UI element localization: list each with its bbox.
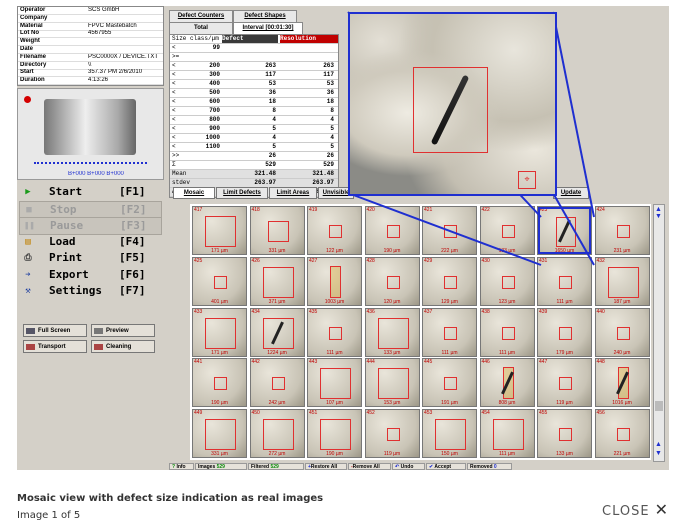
restore-all-button[interactable]: +Restore All bbox=[305, 463, 347, 470]
removed-value: 0 bbox=[493, 464, 497, 470]
undo-button[interactable]: ↶ Undo bbox=[392, 463, 425, 470]
images-count: Images 529 bbox=[195, 463, 247, 470]
remove-all-button[interactable]: -Remove All bbox=[348, 463, 391, 470]
info-button[interactable]: ? Info bbox=[169, 463, 194, 470]
close-icon: ✕ bbox=[654, 500, 669, 519]
accept-button[interactable]: ✔ Accept bbox=[426, 463, 466, 470]
remove-all-label: Remove All bbox=[352, 464, 380, 470]
close-button[interactable]: CLOSE ✕ bbox=[602, 500, 669, 519]
removed-count: Removed 0 bbox=[467, 463, 512, 470]
undo-label: Undo bbox=[400, 464, 414, 470]
filtered-value: 529 bbox=[270, 464, 279, 470]
removed-label: Removed bbox=[470, 464, 493, 470]
accept-label: Accept bbox=[434, 464, 452, 470]
status-bar: ? Info Images 529 Filtered 529 +Restore … bbox=[169, 463, 669, 470]
screenshot-image: Operator SCS GmbH Company Material FPVC Mast… bbox=[17, 6, 669, 470]
image-counter: Image 1 of 5 bbox=[17, 510, 81, 521]
restore-all-label: Restore All bbox=[310, 464, 338, 470]
image-caption: Mosaic view with defect size indication … bbox=[17, 493, 324, 504]
info-label: Info bbox=[176, 464, 186, 470]
filtered-count: Filtered 529 bbox=[248, 463, 304, 470]
zoomed-defect-image: ⌖ bbox=[348, 12, 557, 196]
images-value: 529 bbox=[216, 464, 225, 470]
zoom-connector-lines bbox=[347, 11, 595, 266]
filtered-label: Filtered bbox=[251, 464, 270, 470]
images-label: Images bbox=[198, 464, 216, 470]
close-label: CLOSE bbox=[602, 504, 650, 519]
crosshair-icon: ⌖ bbox=[518, 171, 536, 189]
